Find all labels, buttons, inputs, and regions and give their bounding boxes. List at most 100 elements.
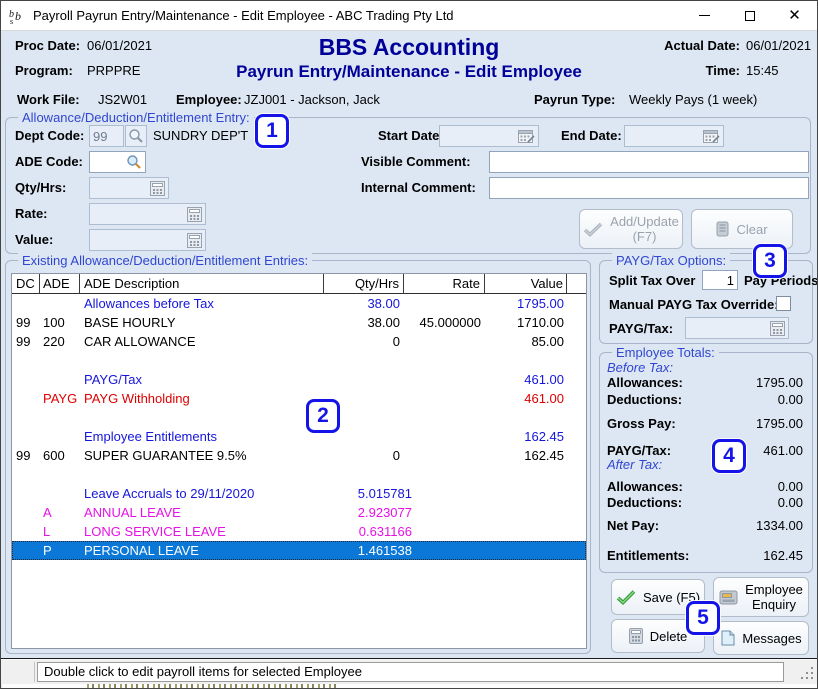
cell-extra — [567, 408, 586, 427]
cell-dc — [12, 427, 40, 446]
internal-comment-label: Internal Comment: — [361, 180, 476, 195]
column-header-rate[interactable]: Rate — [404, 274, 485, 293]
column-header-ade[interactable]: ADE — [40, 274, 80, 293]
cell-rate — [404, 465, 485, 484]
rate-field[interactable] — [89, 203, 206, 225]
table-row[interactable]: PAYG/Tax461.00 — [12, 370, 586, 389]
cell-qty: 0.631166 — [336, 522, 416, 541]
table-row[interactable]: PPERSONAL LEAVE1.461538 — [12, 541, 586, 560]
calendar-icon — [703, 129, 720, 144]
net-pay-label: Net Pay: — [607, 518, 659, 533]
column-header-value[interactable]: Value — [485, 274, 567, 293]
dept-name: SUNDRY DEP'T — [153, 128, 248, 143]
cell-dc — [12, 408, 40, 427]
background-window-sliver — [2, 684, 817, 689]
payrun-type-value: Weekly Pays (1 week) — [629, 92, 757, 107]
column-header-extra — [567, 274, 586, 293]
end-date-field[interactable] — [624, 125, 724, 147]
table-row[interactable]: 99220CAR ALLOWANCE085.00 — [12, 332, 586, 351]
table-row[interactable]: AANNUAL LEAVE2.923077 — [12, 503, 586, 522]
table-row[interactable]: 99100BASE HOURLY38.0045.0000001710.00 — [12, 313, 586, 332]
visible-comment-field[interactable] — [489, 151, 809, 173]
message-page-icon — [720, 630, 735, 646]
column-header-dc[interactable]: DC — [12, 274, 40, 293]
dept-code-field[interactable]: 99 — [89, 125, 124, 147]
cell-ade — [40, 408, 80, 427]
cell-value — [485, 522, 567, 541]
payg-tax-field[interactable] — [685, 317, 789, 339]
status-message: Double click to edit payroll items for s… — [37, 662, 784, 682]
cell-desc: Employee Entitlements — [80, 427, 324, 446]
entitlements-label: Entitlements: — [607, 548, 689, 563]
internal-comment-field[interactable] — [489, 177, 809, 199]
dept-code-lookup-button[interactable] — [125, 125, 147, 147]
start-date-field[interactable] — [439, 125, 539, 147]
cell-qty: 0 — [324, 332, 404, 351]
close-button[interactable]: ✕ — [772, 1, 817, 30]
cell-ade: 220 — [40, 332, 80, 351]
table-row[interactable]: LLONG SERVICE LEAVE0.631166 — [12, 522, 586, 541]
cell-value — [485, 351, 567, 370]
cell-ade: L — [40, 522, 80, 541]
table-row-blank — [12, 351, 586, 370]
cell-desc — [80, 465, 324, 484]
cell-dc — [12, 465, 40, 484]
deductions-after-value: 0.00 — [778, 495, 803, 511]
eraser-icon — [716, 221, 729, 237]
table-row[interactable]: Employee Entitlements 162.45 — [12, 427, 586, 446]
cell-dc — [12, 484, 40, 503]
cell-extra — [567, 389, 586, 408]
cell-desc: ANNUAL LEAVE — [80, 503, 324, 522]
table-row[interactable]: PAYGPAYG Withholding461.00 — [12, 389, 586, 408]
maximize-button[interactable] — [727, 1, 772, 30]
entries-table[interactable]: DCADEADE DescriptionQty/HrsRateValue All… — [11, 273, 587, 649]
work-file-label: Work File: — [17, 92, 80, 107]
employee-enquiry-button[interactable]: Employee Enquiry — [713, 577, 809, 617]
cell-desc: CAR ALLOWANCE — [80, 332, 324, 351]
magnifier-icon — [128, 128, 144, 144]
clear-button[interactable]: Clear — [691, 209, 793, 249]
annotation-1-number: 1 — [266, 119, 278, 143]
gross-pay-label: Gross Pay: — [607, 416, 676, 431]
add-update-button[interactable]: Add/Update (F7) — [579, 209, 683, 249]
ade-code-field[interactable] — [89, 151, 146, 173]
cell-qty: 2.923077 — [336, 503, 416, 522]
cell-extra — [567, 351, 586, 370]
table-row[interactable]: 99600SUPER GUARANTEE 9.5%0162.45 — [12, 446, 586, 465]
table-row[interactable]: Leave Accruals to 29/11/20205.015781 — [12, 484, 586, 503]
cell-value — [485, 484, 567, 503]
cell-qty: 0 — [324, 446, 404, 465]
split-tax-input[interactable]: 1 — [702, 270, 738, 290]
cell-rate — [404, 370, 485, 389]
annotation-1: 1 — [255, 114, 289, 148]
cell-ade — [40, 351, 80, 370]
cell-extra — [567, 541, 586, 560]
annotation-4-number: 4 — [723, 444, 735, 468]
allowances-before-value: 1795.00 — [756, 375, 803, 391]
minimize-button[interactable] — [682, 1, 727, 30]
column-header-qty[interactable]: Qty/Hrs — [324, 274, 404, 293]
value-field[interactable] — [89, 229, 206, 251]
table-row[interactable]: Allowances before Tax38.001795.00 — [12, 294, 586, 313]
column-header-desc[interactable]: ADE Description — [80, 274, 324, 293]
allowances-before-label: Allowances: — [607, 375, 683, 390]
cell-dc — [12, 522, 40, 541]
totals-group-label: Employee Totals: — [612, 345, 719, 360]
cell-desc: SUPER GUARANTEE 9.5% — [80, 446, 324, 465]
manual-override-checkbox[interactable] — [776, 296, 791, 311]
cell-value — [485, 503, 567, 522]
cell-value — [485, 465, 567, 484]
time-value: 15:45 — [746, 63, 779, 78]
deductions-before-value: 0.00 — [778, 392, 803, 408]
delete-label: Delete — [650, 629, 688, 644]
cell-extra — [567, 446, 586, 465]
svg-text:b: b — [15, 9, 21, 23]
messages-button[interactable]: Messages — [713, 621, 809, 655]
value-label: Value: — [15, 232, 53, 247]
cell-ade — [40, 427, 80, 446]
cell-desc — [80, 408, 324, 427]
cell-ade — [40, 484, 80, 503]
cell-value: 162.45 — [485, 427, 567, 446]
resize-grip[interactable] — [800, 666, 814, 680]
qty-field[interactable] — [89, 177, 169, 199]
